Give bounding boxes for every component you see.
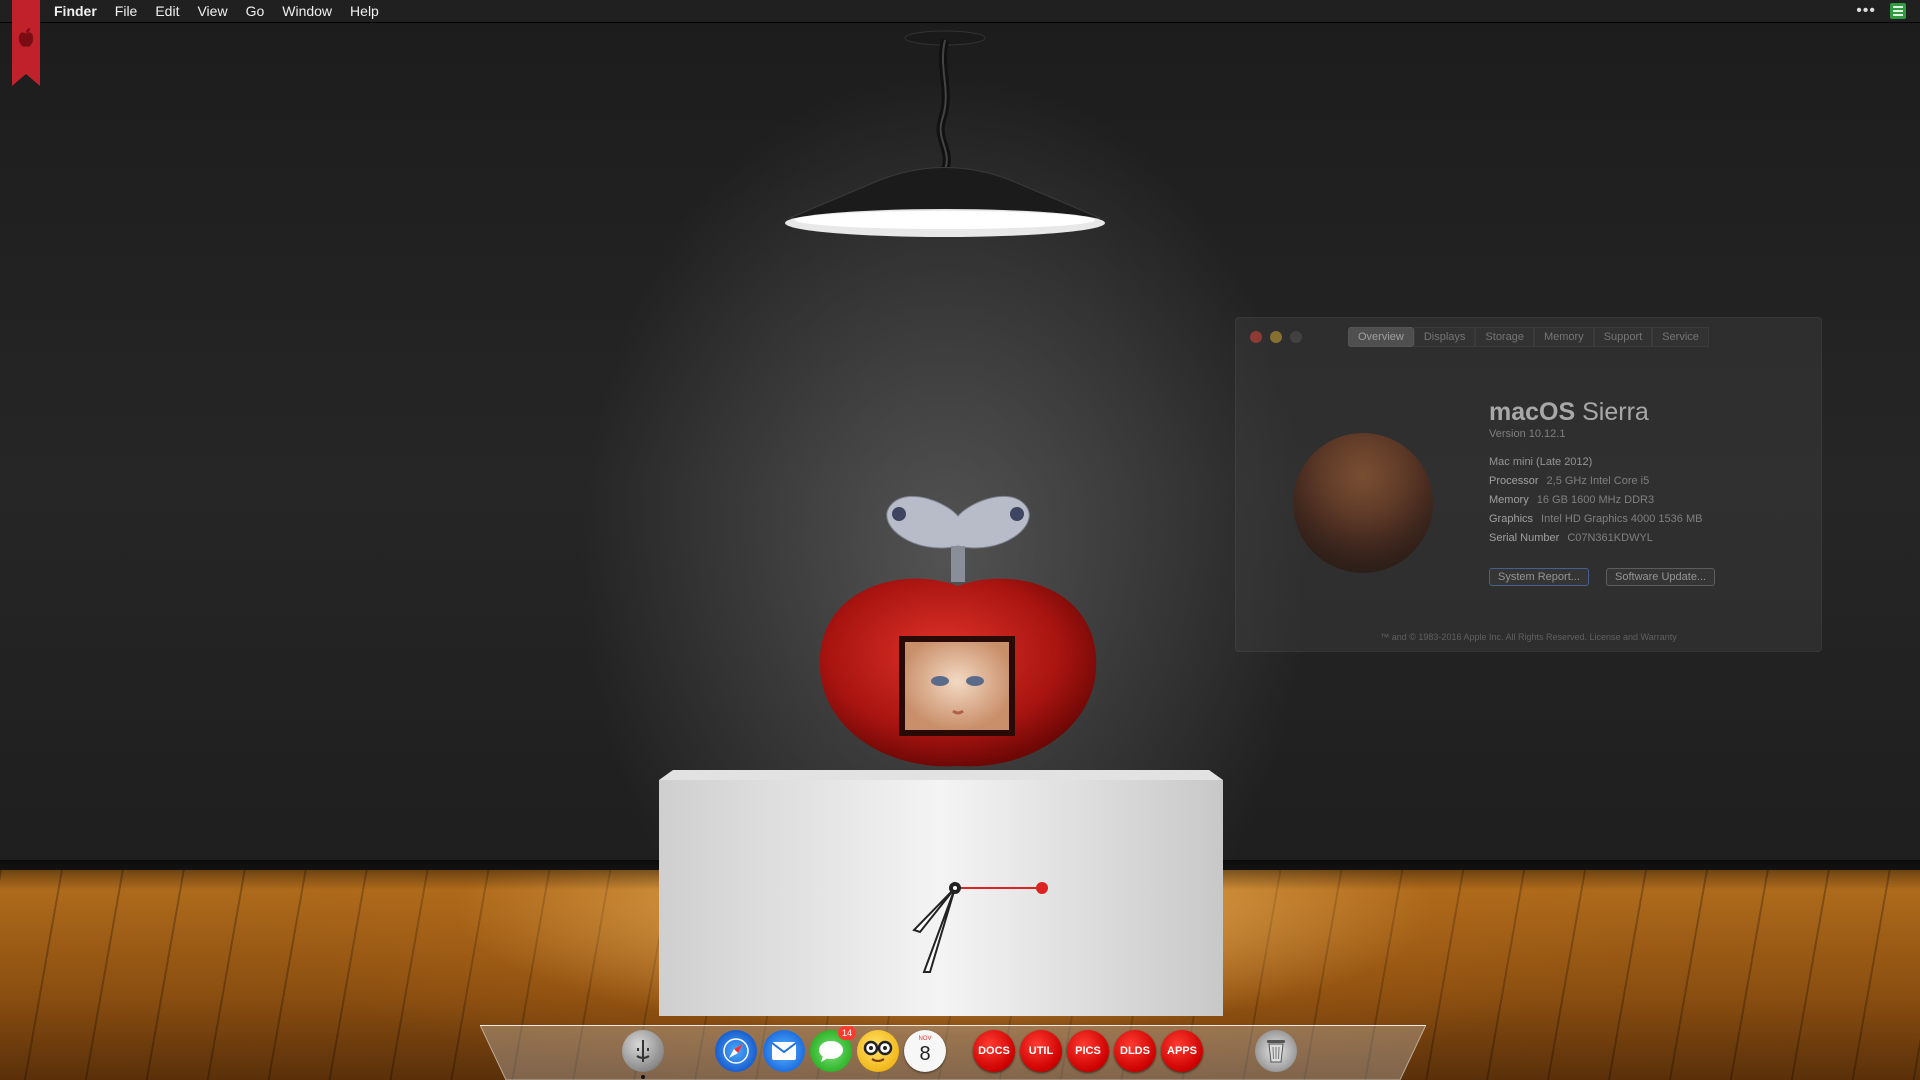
about-tabs: Overview Displays Storage Memory Support…: [1348, 327, 1709, 347]
menu-edit[interactable]: Edit: [155, 0, 179, 22]
dock-folder-apps[interactable]: APPS: [1161, 1030, 1203, 1072]
spec-serial-number: Serial Number C07N361KDWYL: [1489, 532, 1653, 544]
close-window-button[interactable]: [1250, 331, 1262, 343]
trash-icon[interactable]: [1255, 1030, 1297, 1072]
spec-value: 16 GB 1600 MHz DDR3: [1536, 494, 1655, 506]
dock-folder-dlds[interactable]: DLDS: [1114, 1030, 1156, 1072]
system-report-button[interactable]: System Report...: [1489, 568, 1589, 586]
calendar-month: NOV: [918, 1036, 932, 1042]
macos-sierra-logo-icon: [1293, 433, 1433, 573]
tab-storage[interactable]: Storage: [1475, 327, 1534, 347]
menu-finder[interactable]: Finder: [54, 0, 97, 22]
finder-running-indicator: [641, 1075, 645, 1079]
wind-up-apple-doll-image: [819, 496, 1097, 767]
safari-icon[interactable]: [715, 1030, 757, 1072]
spec-processor: Processor 2,5 GHz Intel Core i5: [1489, 475, 1649, 487]
menu-file[interactable]: File: [115, 0, 138, 22]
finder-icon[interactable]: [622, 1030, 664, 1072]
tab-displays[interactable]: Displays: [1413, 327, 1476, 347]
spec-key: Serial Number: [1489, 532, 1560, 544]
about-this-mac-window[interactable]: Overview Displays Storage Memory Support…: [1235, 317, 1822, 652]
pendant-lamp-image: [785, 30, 1105, 237]
spec-key: Memory: [1489, 494, 1529, 506]
spec-value: 2,5 GHz Intel Core i5: [1546, 475, 1650, 487]
menu-bar: Finder File Edit View Go Window Help •••: [0, 0, 1920, 23]
tab-service[interactable]: Service: [1652, 327, 1709, 347]
model-name: Mac mini (Late 2012): [1489, 456, 1593, 468]
spec-memory: Memory 16 GB 1600 MHz DDR3: [1489, 494, 1654, 506]
dock-folder-pics[interactable]: PICS: [1067, 1030, 1109, 1072]
desktop-clock-widget: [912, 882, 1048, 973]
spec-key: Graphics: [1489, 513, 1534, 525]
about-footer: ™ and © 1983-2016 Apple Inc. All Rights …: [1380, 632, 1677, 642]
os-name-title: macOS Sierra: [1489, 398, 1649, 427]
menu-window[interactable]: Window: [282, 0, 332, 22]
tab-overview[interactable]: Overview: [1348, 327, 1414, 347]
window-titlebar[interactable]: Overview Displays Storage Memory Support…: [1236, 318, 1821, 356]
software-update-button[interactable]: Software Update...: [1606, 568, 1716, 586]
zoom-window-button[interactable]: [1290, 331, 1302, 343]
spec-graphics: Graphics Intel HD Graphics 4000 1536 MB: [1489, 513, 1702, 525]
spec-key: Processor: [1489, 475, 1539, 487]
menu-view[interactable]: View: [197, 0, 227, 22]
os-version: Version 10.12.1: [1489, 428, 1566, 440]
messages-icon[interactable]: 14: [810, 1026, 856, 1072]
calendar-day: 8: [919, 1043, 931, 1065]
calendar-icon[interactable]: NOV 8: [904, 1030, 946, 1072]
nerd-face-icon[interactable]: [857, 1030, 899, 1072]
spec-value: C07N361KDWYL: [1567, 532, 1653, 544]
menu-help[interactable]: Help: [350, 0, 379, 22]
os-name-rest: Sierra: [1582, 398, 1649, 426]
mail-icon[interactable]: [763, 1030, 805, 1072]
menu-extras: •••: [1856, 0, 1906, 22]
tab-memory[interactable]: Memory: [1533, 327, 1594, 347]
ellipsis-icon[interactable]: •••: [1856, 0, 1876, 22]
minimize-window-button[interactable]: [1270, 331, 1282, 343]
list-status-icon[interactable]: [1890, 3, 1906, 19]
dock-folder-docs[interactable]: DOCS: [973, 1030, 1015, 1072]
messages-badge: 14: [838, 1026, 856, 1040]
dock-folder-util[interactable]: UTIL: [1020, 1030, 1062, 1072]
apple-menu-ribbon[interactable]: [12, 0, 40, 86]
tab-support[interactable]: Support: [1593, 327, 1653, 347]
spec-value: Intel HD Graphics 4000 1536 MB: [1541, 513, 1703, 525]
os-name-bold: macOS: [1489, 398, 1576, 426]
menu-go[interactable]: Go: [246, 0, 265, 22]
